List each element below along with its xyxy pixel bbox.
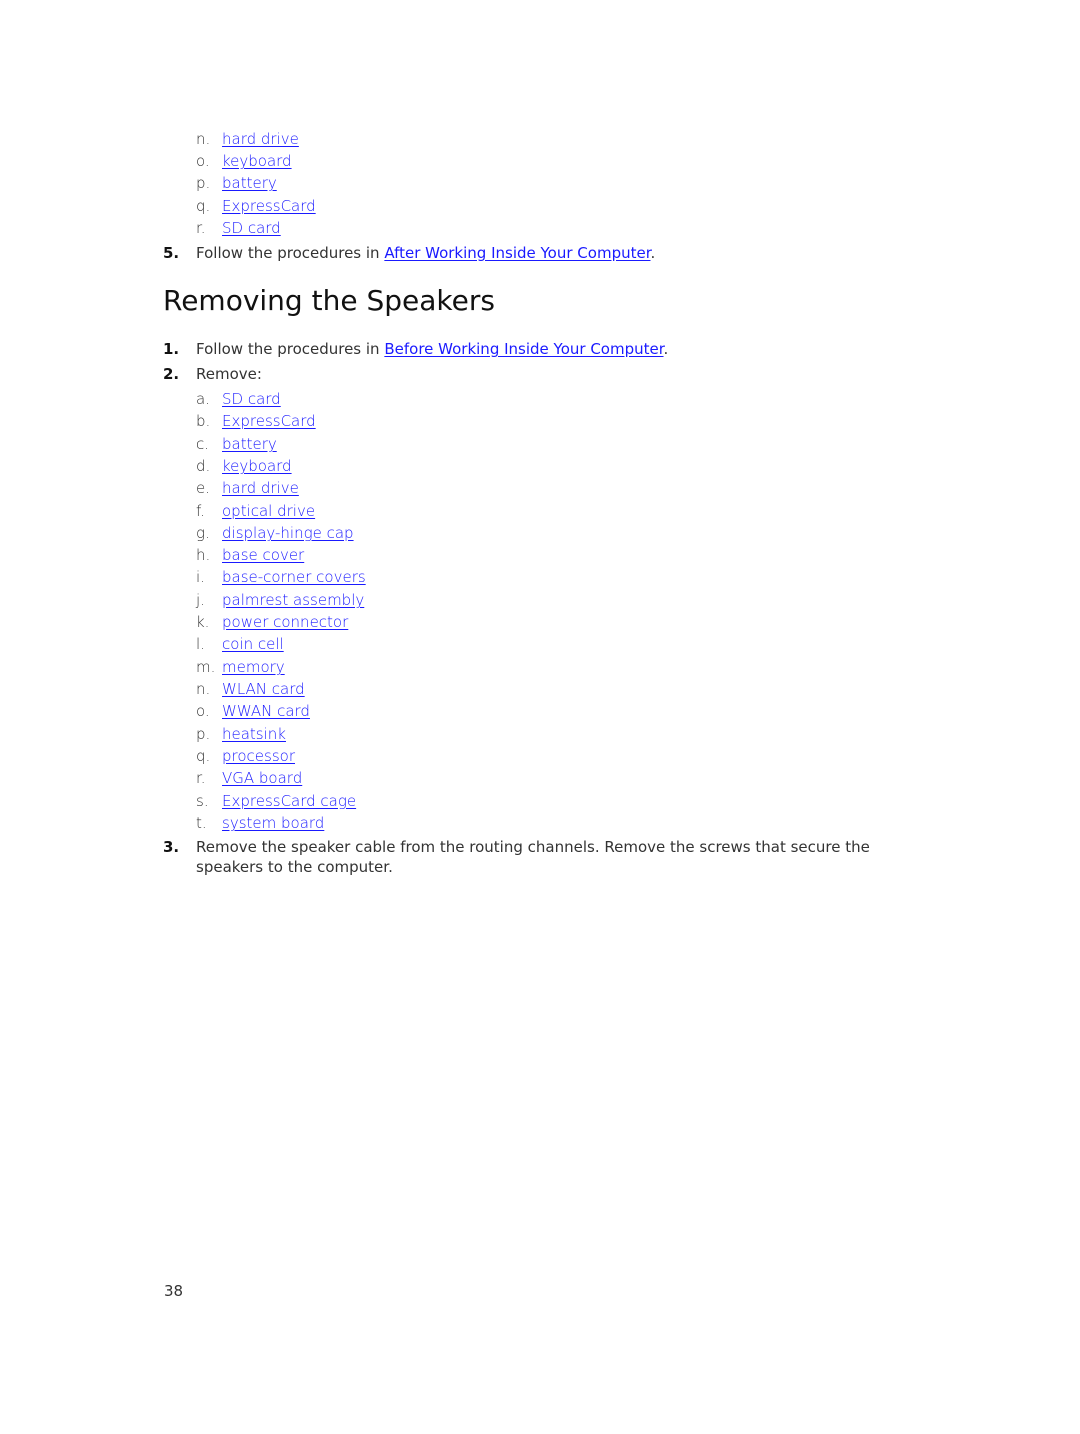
step-text: Remove: [196, 365, 262, 383]
list-item: h. base cover [196, 544, 304, 566]
list-item: e. hard drive [196, 477, 299, 499]
step-text: Follow the procedures in [196, 244, 385, 262]
list-item: n. hard drive [196, 128, 299, 150]
list-item: p. heatsink [196, 723, 286, 745]
system-board-link[interactable]: system board [222, 814, 324, 832]
palmrest-assembly-link[interactable]: palmrest assembly [222, 591, 364, 609]
list-letter: n. [196, 680, 211, 698]
list-letter: n. [196, 130, 211, 148]
list-item: q. ExpressCard [196, 195, 316, 217]
list-item: m. memory [196, 656, 285, 678]
list-item: s. ExpressCard cage [196, 790, 356, 812]
hard-drive-link[interactable]: hard drive [222, 130, 299, 148]
list-letter: o. [196, 702, 210, 720]
after-working-inside-link[interactable]: After Working Inside Your Computer [384, 244, 650, 262]
expresscard-cage-link[interactable]: ExpressCard cage [222, 792, 356, 810]
step-3: 3. Remove the speaker cable from the rou… [163, 837, 963, 877]
list-item: g. display-hinge cap [196, 522, 354, 544]
list-letter: f. [196, 502, 205, 520]
list-item: l. coin cell [196, 633, 284, 655]
list-letter: r. [196, 769, 206, 787]
list-item: j. palmrest assembly [196, 589, 364, 611]
expresscard-link[interactable]: ExpressCard [222, 197, 316, 215]
wlan-card-link[interactable]: WLAN card [222, 680, 305, 698]
list-item: q. processor [196, 745, 295, 767]
sd-card-link[interactable]: SD card [222, 219, 281, 237]
list-letter: b. [196, 412, 211, 430]
step-suffix: . [650, 244, 656, 262]
list-letter: o. [196, 152, 210, 170]
step-number: 1. [163, 340, 180, 358]
base-corner-covers-link[interactable]: base-corner covers [222, 568, 366, 586]
list-letter: p. [196, 725, 211, 743]
list-letter: q. [196, 197, 211, 215]
step-2: 2. Remove: [163, 364, 963, 384]
list-letter: k. [196, 613, 210, 631]
hard-drive-link[interactable]: hard drive [222, 479, 299, 497]
page-number: 38 [164, 1282, 184, 1300]
list-letter: p. [196, 174, 211, 192]
list-item: k. power connector [196, 611, 348, 633]
list-letter: t. [196, 814, 207, 832]
list-letter: g. [196, 524, 210, 542]
list-item: t. system board [196, 812, 324, 834]
power-connector-link[interactable]: power connector [222, 613, 348, 631]
list-item: p. battery [196, 172, 277, 194]
list-item: d. keyboard [196, 455, 292, 477]
step-5: 5. Follow the procedures in After Workin… [163, 243, 963, 263]
keyboard-link[interactable]: keyboard [222, 457, 292, 475]
list-letter: a. [196, 390, 210, 408]
battery-link[interactable]: battery [222, 174, 277, 192]
step-text: Remove the speaker cable from the routin… [196, 838, 870, 876]
document-page: n. hard drive o. keyboard p. battery q. Expr… [0, 0, 1080, 1434]
sd-card-link[interactable]: SD card [222, 390, 281, 408]
step-1: 1. Follow the procedures in Before Worki… [163, 339, 963, 359]
wwan-card-link[interactable]: WWAN card [222, 702, 310, 720]
processor-link[interactable]: processor [222, 747, 295, 765]
step-number: 5. [163, 244, 180, 262]
memory-link[interactable]: memory [222, 658, 285, 676]
list-item: f. optical drive [196, 500, 315, 522]
step-number: 2. [163, 365, 180, 383]
list-letter: m. [196, 658, 216, 676]
list-letter: h. [196, 546, 211, 564]
list-letter: j. [196, 591, 205, 609]
vga-board-link[interactable]: VGA board [222, 769, 302, 787]
list-item: r. VGA board [196, 767, 302, 789]
coin-cell-link[interactable]: coin cell [222, 635, 284, 653]
list-item: o. keyboard [196, 150, 292, 172]
expresscard-link[interactable]: ExpressCard [222, 412, 316, 430]
battery-link[interactable]: battery [222, 435, 277, 453]
step-number: 3. [163, 838, 180, 856]
list-letter: r. [196, 219, 206, 237]
keyboard-link[interactable]: keyboard [222, 152, 292, 170]
list-item: a. SD card [196, 388, 281, 410]
before-working-inside-link[interactable]: Before Working Inside Your Computer [384, 340, 663, 358]
list-letter: c. [196, 435, 210, 453]
list-letter: i. [196, 568, 205, 586]
list-item: i. base-corner covers [196, 566, 366, 588]
list-letter: e. [196, 479, 210, 497]
list-item: n. WLAN card [196, 678, 305, 700]
list-letter: d. [196, 457, 211, 475]
step-text: Follow the procedures in [196, 340, 385, 358]
list-letter: q. [196, 747, 211, 765]
list-item: o. WWAN card [196, 700, 310, 722]
list-item: r. SD card [196, 217, 281, 239]
section-title: Removing the Speakers [163, 284, 495, 317]
list-item: b. ExpressCard [196, 410, 316, 432]
base-cover-link[interactable]: base cover [222, 546, 304, 564]
list-letter: s. [196, 792, 209, 810]
list-item: c. battery [196, 433, 277, 455]
step-suffix: . [663, 340, 669, 358]
list-letter: l. [196, 635, 205, 653]
heatsink-link[interactable]: heatsink [222, 725, 286, 743]
optical-drive-link[interactable]: optical drive [222, 502, 315, 520]
display-hinge-cap-link[interactable]: display-hinge cap [222, 524, 354, 542]
